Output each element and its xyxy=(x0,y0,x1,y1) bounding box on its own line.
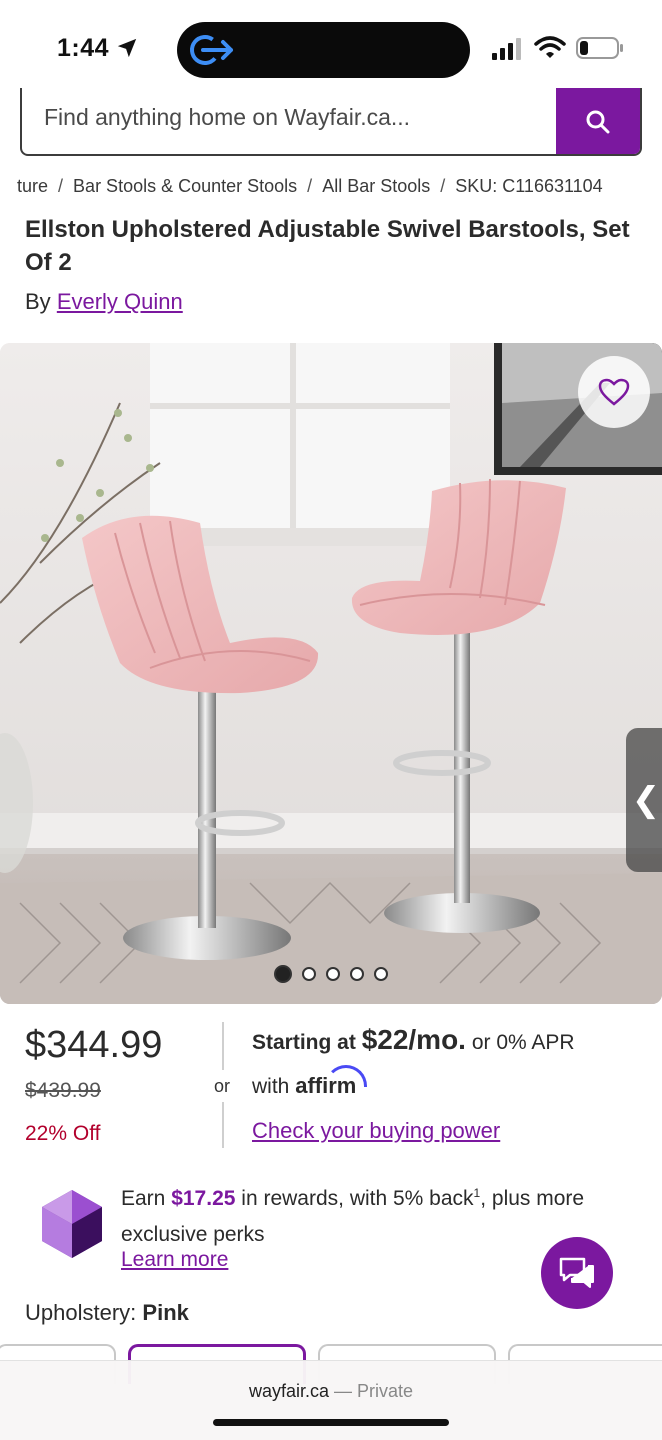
gallery-side-tab[interactable]: ❮ xyxy=(626,728,662,872)
pagination-dot[interactable] xyxy=(350,967,364,981)
pagination-dot[interactable] xyxy=(302,967,316,981)
location-arrow-icon xyxy=(117,38,137,58)
financing-suffix: or 0% APR xyxy=(471,1031,575,1054)
gallery-pagination xyxy=(274,965,388,983)
product-photo xyxy=(0,343,662,1004)
affirm-arc-icon xyxy=(325,1065,368,1087)
current-price: $344.99 xyxy=(25,1024,163,1066)
rewards-mid: in rewards, with 5% back xyxy=(241,1187,474,1210)
original-price: $439.99 xyxy=(25,1079,101,1102)
pagination-dot[interactable] xyxy=(374,967,388,981)
home-indicator[interactable] xyxy=(213,1419,449,1426)
affirm-line: with affirm xyxy=(252,1065,368,1099)
product-image[interactable] xyxy=(0,343,662,1004)
rewards-prefix: Earn xyxy=(121,1187,166,1210)
by-label: By xyxy=(25,289,51,314)
breadcrumb-item[interactable]: All Bar Stools xyxy=(322,176,430,197)
chat-button[interactable] xyxy=(541,1237,613,1309)
wifi-icon xyxy=(534,36,566,58)
battery-icon xyxy=(576,37,623,59)
financing-prefix: Starting at xyxy=(252,1031,356,1054)
financing-amount: $22/mo. xyxy=(361,1024,466,1055)
rewards-amount: $17.25 xyxy=(171,1187,236,1210)
status-time: 1:44 xyxy=(57,34,110,62)
breadcrumb-item[interactable]: Bar Stools & Counter Stools xyxy=(73,176,297,197)
breadcrumb-separator: / xyxy=(58,176,64,196)
discount-badge: 22% Off xyxy=(25,1122,101,1145)
search-bar[interactable]: Find anything home on Wayfair.ca... xyxy=(20,88,642,156)
private-mode-label: — Private xyxy=(334,1381,414,1401)
product-title: Ellston Upholstered Adjustable Swivel Ba… xyxy=(25,216,630,276)
rewards-gem-icon xyxy=(42,1190,102,1258)
brand-link[interactable]: Everly Quinn xyxy=(57,289,183,314)
chevron-left-icon: ❮ xyxy=(631,781,661,819)
url-domain: wayfair.ca xyxy=(248,1381,329,1401)
upholstery-option: Upholstery: Pink xyxy=(25,1300,189,1326)
option-label: Upholstery: xyxy=(25,1300,137,1325)
divider xyxy=(222,1102,224,1148)
financing-offer: Starting at $22/mo. or 0% APR xyxy=(252,1024,575,1056)
pagination-dot[interactable] xyxy=(274,965,292,983)
affirm-logo: affirm xyxy=(295,1065,368,1098)
option-selected-value: Pink xyxy=(142,1300,189,1325)
status-bar: 1:44 xyxy=(0,0,662,95)
heart-icon xyxy=(598,378,630,406)
chat-icon xyxy=(559,1257,594,1288)
or-label: or xyxy=(214,1076,231,1096)
breadcrumb-separator: / xyxy=(440,176,446,196)
dynamic-island xyxy=(177,22,470,78)
divider xyxy=(222,1022,224,1070)
search-button[interactable] xyxy=(556,88,640,154)
breadcrumb-sku: SKU: C116631104 xyxy=(455,176,603,196)
with-label: with xyxy=(252,1075,290,1098)
learn-more-link[interactable]: Learn more xyxy=(121,1248,228,1272)
url-display[interactable]: wayfair.ca — Private xyxy=(0,1381,662,1402)
cellular-signal-icon xyxy=(492,38,521,60)
product-byline: By Everly Quinn xyxy=(25,289,183,315)
check-buying-power-link[interactable]: Check your buying power xyxy=(252,1118,500,1144)
breadcrumb: ture / Bar Stools & Counter Stools / All Bar… xyxy=(17,176,603,197)
screen-mirroring-icon xyxy=(190,35,233,65)
search-icon xyxy=(586,110,610,134)
search-input[interactable]: Find anything home on Wayfair.ca... xyxy=(44,104,410,131)
pagination-dot[interactable] xyxy=(326,967,340,981)
browser-address-bar[interactable]: wayfair.ca — Private xyxy=(0,1360,662,1440)
rewards-text: Earn $17.25 in rewards, with 5% back1, p… xyxy=(121,1175,601,1253)
breadcrumb-separator: / xyxy=(307,176,313,196)
favorite-button[interactable] xyxy=(578,356,650,428)
breadcrumb-item[interactable]: ture xyxy=(17,176,48,197)
